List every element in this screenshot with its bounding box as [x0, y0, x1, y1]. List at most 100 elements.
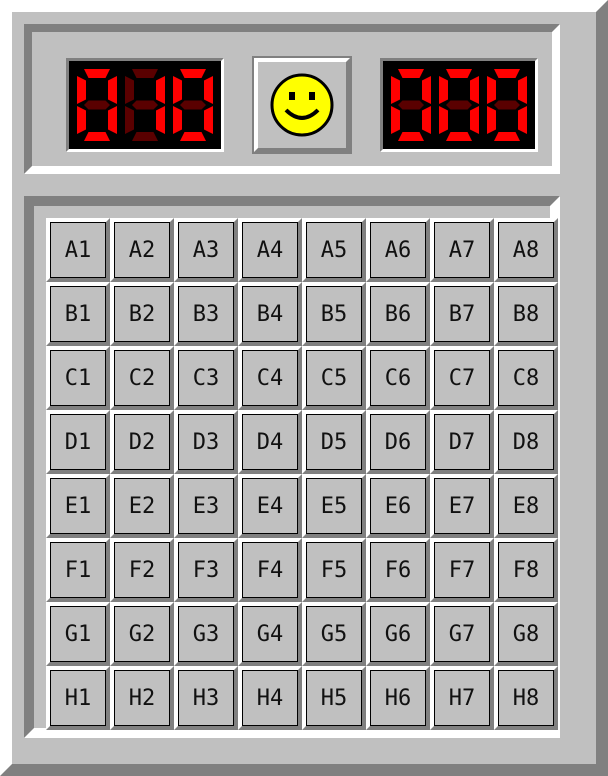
cell-a4[interactable]: A4	[238, 218, 302, 282]
cell-a3[interactable]: A3	[174, 218, 238, 282]
cell-c8[interactable]: C8	[494, 346, 558, 410]
segment-a	[180, 69, 206, 78]
segment-b	[470, 76, 479, 104]
cell-g3[interactable]: G3	[174, 602, 238, 666]
segment-c	[422, 106, 431, 134]
cell-c4[interactable]: C4	[238, 346, 302, 410]
cell-g2[interactable]: G2	[110, 602, 174, 666]
cell-c6[interactable]: C6	[366, 346, 430, 410]
cell-h5[interactable]: H5	[302, 666, 366, 730]
cell-e6[interactable]: E6	[366, 474, 430, 538]
seven-segment-digit	[391, 69, 431, 141]
segment-e	[125, 106, 134, 134]
minefield: A1 A2 A3 A4 A5 A6 A7 A8 B1 B2 B3 B4 B5 B6 B7 B8 C1 C2 C3 C4…	[24, 196, 560, 738]
cell-d6[interactable]: D6	[366, 410, 430, 474]
cell-d2[interactable]: D2	[110, 410, 174, 474]
cell-f6[interactable]: F6	[366, 538, 430, 602]
cell-f8[interactable]: F8	[494, 538, 558, 602]
cell-b8[interactable]: B8	[494, 282, 558, 346]
segment-g	[180, 100, 206, 110]
segment-g	[84, 100, 110, 110]
segment-c	[204, 106, 213, 134]
cell-grid: A1 A2 A3 A4 A5 A6 A7 A8 B1 B2 B3 B4 B5 B6 B7 B8 C1 C2 C3 C4…	[46, 218, 558, 730]
cell-c1[interactable]: C1	[46, 346, 110, 410]
cell-a5[interactable]: A5	[302, 218, 366, 282]
cell-a7[interactable]: A7	[430, 218, 494, 282]
cell-d1[interactable]: D1	[46, 410, 110, 474]
cell-b3[interactable]: B3	[174, 282, 238, 346]
cell-h8[interactable]: H8	[494, 666, 558, 730]
segment-d	[180, 132, 206, 141]
segment-e	[487, 106, 496, 134]
cell-c3[interactable]: C3	[174, 346, 238, 410]
segment-f	[439, 76, 448, 104]
segment-d	[398, 132, 424, 141]
segment-c	[470, 106, 479, 134]
cell-f1[interactable]: F1	[46, 538, 110, 602]
cell-a1[interactable]: A1	[46, 218, 110, 282]
cell-h7[interactable]: H7	[430, 666, 494, 730]
cell-g7[interactable]: G7	[430, 602, 494, 666]
cell-c5[interactable]: C5	[302, 346, 366, 410]
reset-face-button[interactable]	[252, 56, 352, 154]
segment-e	[77, 106, 86, 134]
timer-counter	[380, 58, 538, 152]
cell-g4[interactable]: G4	[238, 602, 302, 666]
segment-g	[494, 100, 520, 110]
cell-b2[interactable]: B2	[110, 282, 174, 346]
segment-b	[156, 76, 165, 104]
segment-e	[173, 106, 182, 134]
cell-a2[interactable]: A2	[110, 218, 174, 282]
cell-e5[interactable]: E5	[302, 474, 366, 538]
cell-b7[interactable]: B7	[430, 282, 494, 346]
cell-e4[interactable]: E4	[238, 474, 302, 538]
cell-e7[interactable]: E7	[430, 474, 494, 538]
cell-g8[interactable]: G8	[494, 602, 558, 666]
segment-a	[494, 69, 520, 78]
cell-f2[interactable]: F2	[110, 538, 174, 602]
segment-a	[132, 69, 158, 78]
cell-b5[interactable]: B5	[302, 282, 366, 346]
segment-g	[446, 100, 472, 110]
cell-g5[interactable]: G5	[302, 602, 366, 666]
cell-e8[interactable]: E8	[494, 474, 558, 538]
cell-d8[interactable]: D8	[494, 410, 558, 474]
cell-h6[interactable]: H6	[366, 666, 430, 730]
cell-e2[interactable]: E2	[110, 474, 174, 538]
cell-d4[interactable]: D4	[238, 410, 302, 474]
cell-d7[interactable]: D7	[430, 410, 494, 474]
cell-e3[interactable]: E3	[174, 474, 238, 538]
mine-counter	[66, 58, 224, 152]
segment-b	[108, 76, 117, 104]
segment-f	[173, 76, 182, 104]
cell-c2[interactable]: C2	[110, 346, 174, 410]
segment-f	[125, 76, 134, 104]
cell-f4[interactable]: F4	[238, 538, 302, 602]
segment-d	[132, 132, 158, 141]
seven-segment-digit	[173, 69, 213, 141]
segment-b	[204, 76, 213, 104]
cell-f5[interactable]: F5	[302, 538, 366, 602]
cell-b6[interactable]: B6	[366, 282, 430, 346]
cell-h2[interactable]: H2	[110, 666, 174, 730]
cell-g6[interactable]: G6	[366, 602, 430, 666]
cell-h4[interactable]: H4	[238, 666, 302, 730]
cell-f7[interactable]: F7	[430, 538, 494, 602]
cell-a8[interactable]: A8	[494, 218, 558, 282]
cell-d3[interactable]: D3	[174, 410, 238, 474]
cell-b1[interactable]: B1	[46, 282, 110, 346]
cell-g1[interactable]: G1	[46, 602, 110, 666]
cell-h1[interactable]: H1	[46, 666, 110, 730]
segment-g	[132, 100, 158, 110]
cell-h3[interactable]: H3	[174, 666, 238, 730]
cell-d5[interactable]: D5	[302, 410, 366, 474]
cell-a6[interactable]: A6	[366, 218, 430, 282]
cell-f3[interactable]: F3	[174, 538, 238, 602]
smiley-face-icon	[270, 73, 334, 137]
cell-c7[interactable]: C7	[430, 346, 494, 410]
seven-segment-digit	[77, 69, 117, 141]
segment-d	[494, 132, 520, 141]
segment-a	[84, 69, 110, 78]
cell-b4[interactable]: B4	[238, 282, 302, 346]
cell-e1[interactable]: E1	[46, 474, 110, 538]
